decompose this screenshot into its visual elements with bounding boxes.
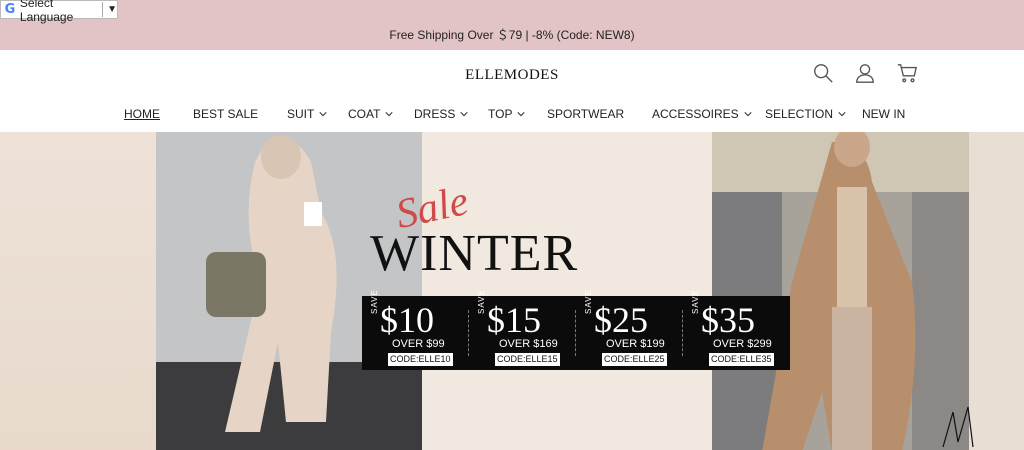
- coupon-save-label: SAVE: [477, 289, 486, 314]
- announcement-bar: G Select Language ▼ Free Shipping Over ＄…: [0, 0, 1024, 50]
- coupon-item[interactable]: SAVE $10 OVER $99 CODE:ELLE10: [362, 289, 469, 370]
- cart-icon[interactable]: [896, 62, 918, 84]
- coupon-save-label: SAVE: [584, 289, 593, 314]
- nav-item-sportwear[interactable]: SPORTWEAR: [547, 107, 624, 121]
- chevron-down-icon: [744, 112, 752, 117]
- dropdown-arrow-icon: ▼: [102, 2, 117, 17]
- google-icon: G: [4, 2, 16, 17]
- signature-scribble: [942, 406, 974, 448]
- header-icons: [812, 62, 918, 84]
- coupon-amount: $25: [594, 300, 648, 340]
- chevron-down-icon: [385, 112, 394, 117]
- nav-item-home[interactable]: HOME: [124, 107, 160, 121]
- nav-item-accessoires[interactable]: ACCESSOIRES: [652, 107, 752, 121]
- coupon-item[interactable]: SAVE $15 OVER $169 CODE:ELLE15: [469, 289, 576, 370]
- coupon-threshold: OVER $299: [713, 338, 772, 350]
- nav-item-best-sale[interactable]: BEST SALE: [193, 107, 258, 121]
- coupon-code: CODE:ELLE25: [602, 353, 667, 366]
- language-selector-label: Select Language: [19, 0, 74, 24]
- coupon-code: CODE:ELLE10: [388, 353, 453, 366]
- hero-banner[interactable]: Sale WINTER SAVE $10 OVER $99 CODE:ELLE1…: [0, 132, 1024, 450]
- language-selector[interactable]: G Select Language ▼: [0, 0, 118, 24]
- main-nav: HOME BEST SALE SUIT COAT DRESS TOP SPORT…: [0, 107, 1024, 123]
- search-icon[interactable]: [812, 62, 834, 84]
- coupon-save-label: SAVE: [370, 289, 379, 314]
- nav-item-dress[interactable]: DRESS: [414, 107, 468, 121]
- nav-item-coat[interactable]: COAT: [348, 107, 394, 121]
- coupon-threshold: OVER $169: [499, 338, 558, 350]
- model-photo-right: [712, 132, 970, 450]
- nav-item-new-in[interactable]: NEW IN: [862, 107, 905, 121]
- nav-item-suit[interactable]: SUIT: [287, 107, 327, 121]
- coupon-amount: $15: [487, 300, 541, 340]
- coupon-code: CODE:ELLE15: [495, 353, 560, 366]
- chevron-down-icon: [838, 112, 846, 117]
- chevron-down-icon: [319, 112, 327, 117]
- coupon-item[interactable]: SAVE $35 OVER $299 CODE:ELLE35: [683, 289, 790, 370]
- coupon-code: CODE:ELLE35: [709, 353, 774, 366]
- user-icon[interactable]: [854, 62, 876, 84]
- hero-headline: WINTER: [370, 225, 579, 282]
- coupon-threshold: OVER $99: [392, 338, 445, 350]
- nav-item-top[interactable]: TOP: [488, 107, 526, 121]
- coupon-threshold: OVER $199: [606, 338, 665, 350]
- coupon-amount: $35: [701, 300, 755, 340]
- chevron-down-icon: [460, 112, 468, 117]
- nav-item-selection[interactable]: SELECTION: [765, 107, 846, 121]
- coupon-amount: $10: [380, 300, 434, 340]
- promo-text: Free Shipping Over ＄79 | -8% (Code: NEW8…: [389, 28, 635, 42]
- hero-center-panel: [422, 132, 712, 450]
- model-photo-left: [156, 132, 422, 450]
- coupon-strip: SAVE $10 OVER $99 CODE:ELLE10 SAVE $15 O…: [362, 289, 790, 370]
- coupon-item[interactable]: SAVE $25 OVER $199 CODE:ELLE25: [576, 289, 683, 370]
- chevron-down-icon: [517, 112, 526, 117]
- coupon-save-label: SAVE: [691, 289, 700, 314]
- site-header: ELLEMODES HOME BEST SALE SUIT COAT DRESS…: [0, 50, 1024, 132]
- hero-faded-photo-left: [0, 132, 156, 450]
